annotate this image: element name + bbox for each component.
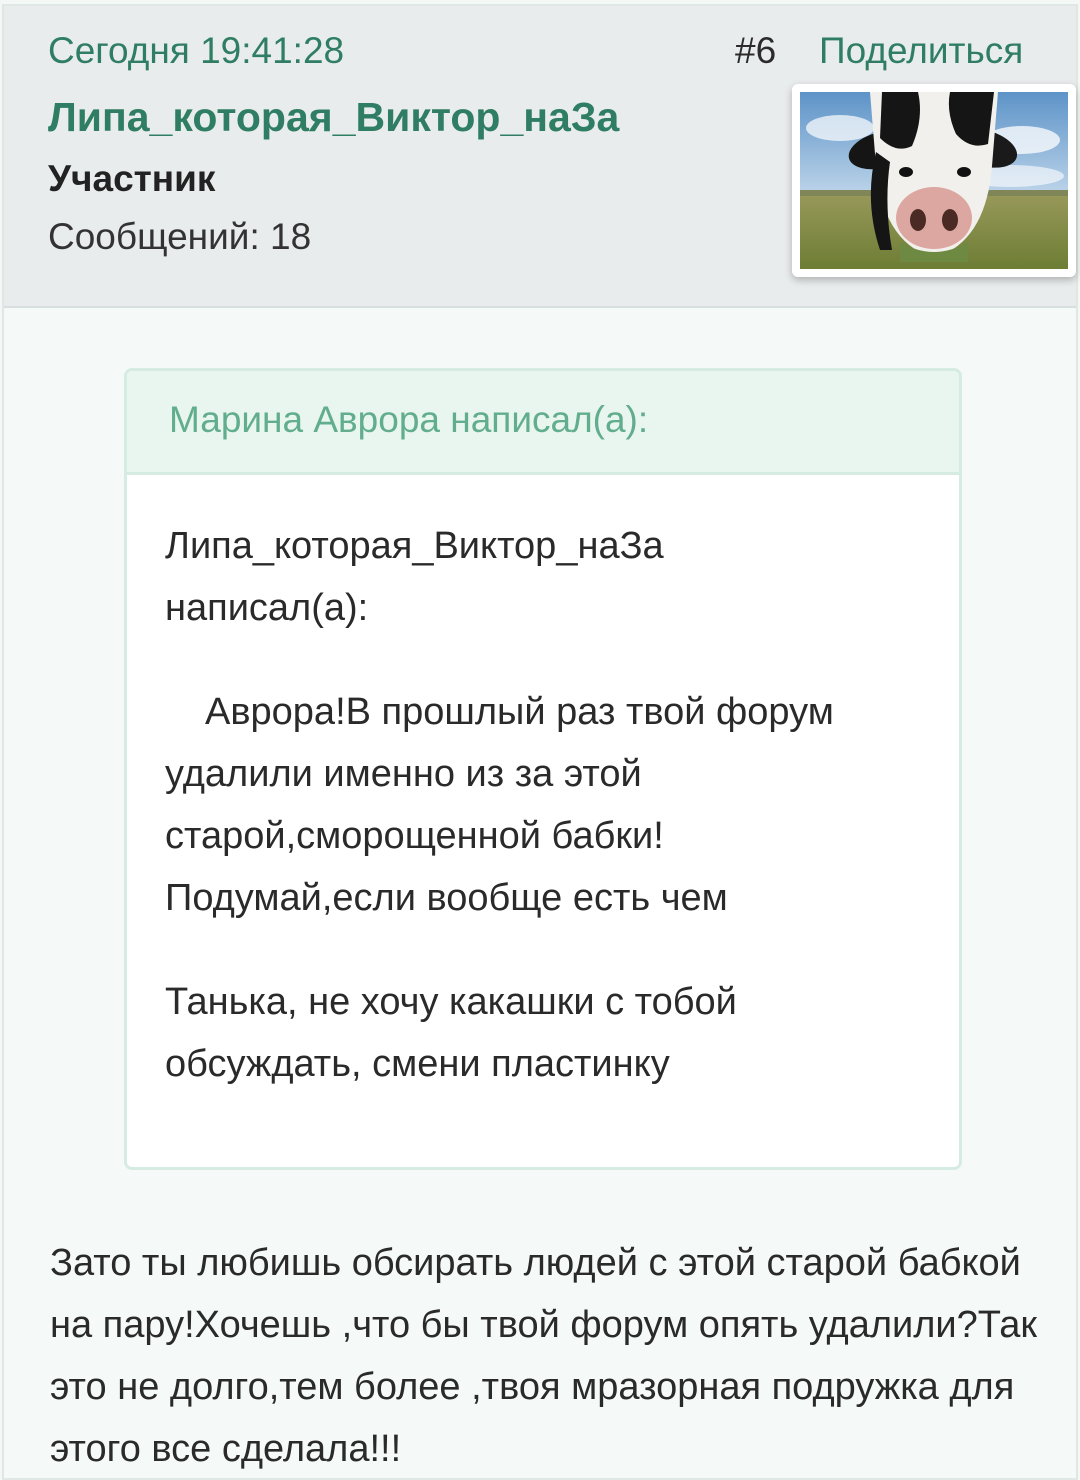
- nested-quote-author-suffix: написал(а):: [165, 587, 369, 629]
- post-number[interactable]: #6: [735, 30, 776, 72]
- post-timestamp[interactable]: Сегодня 19:41:28: [48, 30, 344, 72]
- share-link[interactable]: Поделиться: [819, 30, 1023, 72]
- nested-quote-text: Аврора!В прошлый раз твой форум удалили …: [165, 691, 834, 919]
- forum-post: Сегодня 19:41:28 #6 Поделиться Липа_кото…: [2, 4, 1078, 1480]
- cow-avatar-image: [800, 92, 1068, 269]
- post-message-text: Зато ты любишь обсирать людей с этой ста…: [50, 1242, 1038, 1470]
- post-header: Сегодня 19:41:28 #6 Поделиться Липа_кото…: [4, 6, 1076, 308]
- quote-reply-text: Танька, не хочу какашки с тобой обсуждат…: [165, 981, 737, 1085]
- author-post-count: Сообщений: 18: [48, 216, 312, 257]
- nested-quote-author-name: Липа_которая_Виктор_наЗа: [165, 525, 664, 567]
- author-username[interactable]: Липа_которая_Виктор_наЗа: [48, 94, 619, 141]
- quote-block: Марина Аврора написал(а): Липа_которая_В…: [124, 368, 962, 1170]
- quote-author-label[interactable]: Марина Аврора написал(а):: [169, 399, 648, 441]
- nested-quote-author: Липа_которая_Виктор_наЗа написал(а):: [165, 515, 925, 639]
- quote-body: Липа_которая_Виктор_наЗа написал(а): Авр…: [165, 515, 925, 1095]
- quote-header: Марина Аврора написал(а):: [127, 371, 959, 475]
- author-avatar[interactable]: [792, 84, 1076, 277]
- author-role: Участник: [48, 158, 216, 199]
